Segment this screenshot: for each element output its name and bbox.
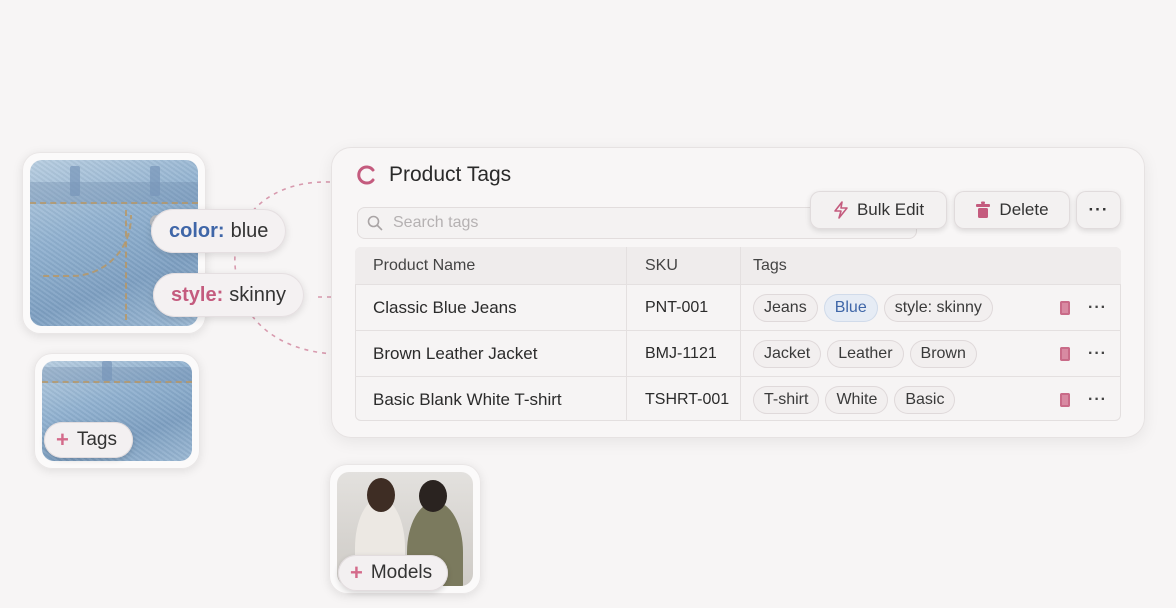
more-dots-icon: ··· (1088, 200, 1109, 219)
sku-cell: BMJ-1121 (627, 331, 741, 376)
add-tags-label: Tags (76, 429, 117, 450)
plus-icon: + (350, 560, 363, 585)
add-models-button[interactable]: + Models (338, 555, 449, 591)
panel-title: Product Tags (389, 163, 512, 186)
table-row[interactable]: Basic Blank White T-shirt TSHRT-001 T-sh… (355, 376, 1121, 421)
search-icon (367, 215, 383, 231)
attribute-separator: : (217, 219, 225, 242)
bulk-edit-button[interactable]: Bulk Edit (810, 191, 947, 229)
tag-chip[interactable]: Brown (909, 339, 977, 368)
delete-label: Delete (999, 200, 1049, 219)
sku-cell: TSHRT-001 (627, 377, 741, 421)
tag-chip[interactable]: White (825, 385, 889, 414)
table-row[interactable]: Classic Blue Jeans PNT-001 Jeans Blue st… (355, 284, 1121, 330)
trash-icon (976, 201, 991, 218)
search-input[interactable] (391, 213, 875, 233)
delete-button[interactable]: Delete (954, 191, 1070, 229)
column-header-product-name[interactable]: Product Name (355, 247, 627, 284)
column-header-sku[interactable]: SKU (627, 247, 741, 284)
tags-cell: Jacket Leather Brown ··· (741, 331, 1121, 376)
bulk-edit-label: Bulk Edit (856, 200, 925, 219)
row-actions: ··· (1060, 331, 1107, 376)
attribute-key: color (169, 219, 218, 242)
row-indicator-icon[interactable] (1060, 392, 1071, 407)
product-table: Product Name SKU Tags Classic Blue Jeans… (355, 247, 1121, 421)
add-models-label: Models (370, 562, 433, 583)
more-options-button[interactable]: ··· (1076, 191, 1121, 229)
attribute-key: style (171, 283, 217, 306)
tags-cell: T-shirt White Basic ··· (741, 377, 1121, 421)
add-tags-button[interactable]: + Tags (44, 422, 133, 458)
row-actions: ··· (1060, 377, 1107, 421)
plus-icon: + (56, 427, 69, 452)
column-header-tags[interactable]: Tags (741, 247, 1121, 284)
product-tags-panel: Product Tags Bulk Edit Delete ··· Produc… (331, 147, 1145, 438)
tag-chip[interactable]: Leather (827, 339, 904, 368)
table-header-row: Product Name SKU Tags (355, 247, 1121, 284)
row-more-dots-icon[interactable]: ··· (1088, 299, 1107, 317)
attribute-pill-color[interactable]: color : blue (151, 209, 287, 253)
attribute-value: blue (230, 219, 269, 242)
product-name-cell: Classic Blue Jeans (355, 285, 627, 330)
attribute-pill-style[interactable]: style : skinny (153, 273, 304, 317)
tags-cell: Jeans Blue style: skinny ··· (741, 285, 1121, 330)
tag-chip[interactable]: Jeans (753, 293, 818, 322)
sku-cell: PNT-001 (627, 285, 741, 330)
attribute-separator: : (216, 283, 224, 306)
product-name-cell: Brown Leather Jacket (355, 331, 627, 376)
row-indicator-icon[interactable] (1060, 346, 1071, 361)
row-actions: ··· (1060, 285, 1107, 330)
lightning-icon (834, 201, 848, 219)
product-name-cell: Basic Blank White T-shirt (355, 377, 627, 421)
logo-c-icon (357, 165, 375, 185)
row-more-dots-icon[interactable]: ··· (1088, 391, 1107, 409)
tag-chip[interactable]: Blue (823, 293, 878, 322)
tag-chip[interactable]: T-shirt (753, 385, 820, 414)
tag-chip[interactable]: style: skinny (883, 293, 993, 322)
attribute-value: skinny (229, 283, 286, 306)
table-row[interactable]: Brown Leather Jacket BMJ-1121 Jacket Lea… (355, 330, 1121, 376)
panel-header: Product Tags (357, 163, 511, 187)
row-more-dots-icon[interactable]: ··· (1088, 345, 1107, 363)
tag-chip[interactable]: Jacket (753, 339, 822, 368)
tag-chip[interactable]: Basic (894, 385, 956, 414)
row-indicator-icon[interactable] (1060, 300, 1071, 315)
